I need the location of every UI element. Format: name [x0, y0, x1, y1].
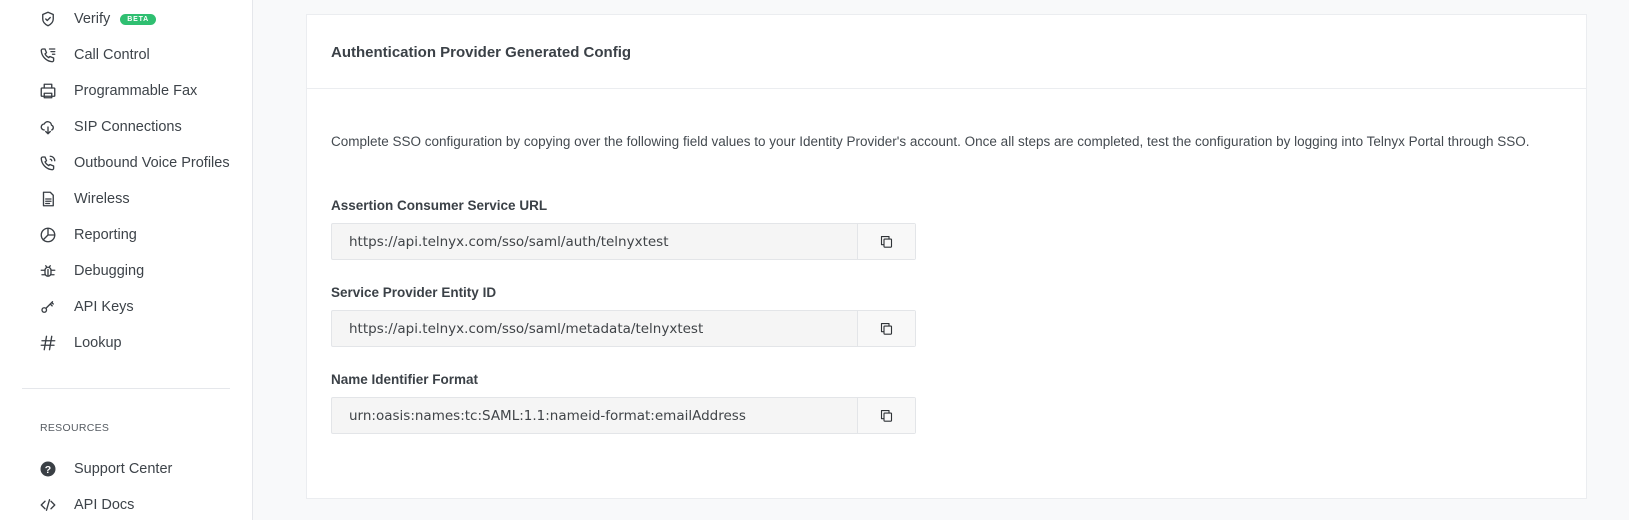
entity-id-input[interactable] [332, 311, 857, 346]
phone-list-icon [38, 45, 58, 65]
sidebar-item-outbound-voice-profiles[interactable]: Outbound Voice Profiles [0, 146, 252, 180]
resources-heading: RESOURCES [40, 422, 110, 434]
config-description: Complete SSO configuration by copying ov… [331, 134, 1530, 149]
key-icon [38, 297, 58, 317]
help-circle-icon: ? [38, 459, 58, 479]
sidebar-item-label: Call Control [74, 47, 150, 63]
sidebar-item-sip-connections[interactable]: SIP Connections [0, 110, 252, 144]
sidebar: Verify BETA Call Control Programmable Fax… [0, 0, 253, 520]
copy-entity-id-button[interactable] [857, 311, 915, 346]
sidebar-item-support-center[interactable]: ? Support Center [0, 452, 252, 486]
sim-card-icon [38, 189, 58, 209]
copy-icon [880, 235, 893, 248]
sidebar-item-label: Outbound Voice Profiles [74, 155, 230, 171]
beta-badge: BETA [120, 14, 157, 25]
phone-outgoing-icon [38, 153, 58, 173]
name-id-format-field [331, 397, 916, 434]
sidebar-item-label: Wireless [74, 191, 130, 207]
sidebar-item-api-docs[interactable]: API Docs [0, 488, 252, 520]
copy-name-id-format-button[interactable] [857, 398, 915, 433]
sidebar-item-call-control[interactable]: Call Control [0, 38, 252, 72]
sidebar-item-wireless[interactable]: Wireless [0, 182, 252, 216]
sidebar-divider [22, 388, 230, 389]
acs-url-label: Assertion Consumer Service URL [331, 198, 548, 213]
sidebar-item-label: Debugging [74, 263, 145, 279]
sidebar-item-label: API Keys [74, 299, 134, 315]
acs-url-field [331, 223, 916, 260]
name-id-format-label: Name Identifier Format [331, 372, 479, 387]
svg-text:?: ? [45, 464, 51, 476]
sidebar-item-label: Programmable Fax [74, 83, 198, 99]
sidebar-item-verify[interactable]: Verify BETA [0, 2, 252, 36]
copy-acs-url-button[interactable] [857, 224, 915, 259]
shield-check-icon [38, 9, 58, 29]
sidebar-item-programmable-fax[interactable]: Programmable Fax [0, 74, 252, 108]
sidebar-item-label: API Docs [74, 497, 135, 513]
fax-icon [38, 81, 58, 101]
generated-config-card: Authentication Provider Generated Config… [306, 14, 1587, 499]
copy-icon [880, 409, 893, 422]
hash-icon [38, 333, 58, 353]
entity-id-field [331, 310, 916, 347]
card-title: Authentication Provider Generated Config [331, 44, 632, 61]
sidebar-item-debugging[interactable]: Debugging [0, 254, 252, 288]
entity-id-label: Service Provider Entity ID [331, 285, 497, 300]
cloud-connection-icon [38, 117, 58, 137]
sidebar-item-label: SIP Connections [74, 119, 182, 135]
sidebar-item-lookup[interactable]: Lookup [0, 326, 252, 360]
sidebar-item-api-keys[interactable]: API Keys [0, 290, 252, 324]
code-icon [38, 495, 58, 515]
sidebar-item-reporting[interactable]: Reporting [0, 218, 252, 252]
sidebar-item-label: Reporting [74, 227, 137, 243]
pie-chart-icon [38, 225, 58, 245]
sidebar-item-label: Lookup [74, 335, 122, 351]
sidebar-item-label: Verify [74, 11, 111, 27]
copy-icon [880, 322, 893, 335]
card-header: Authentication Provider Generated Config [307, 15, 1586, 89]
bug-icon [38, 261, 58, 281]
sidebar-item-label: Support Center [74, 461, 173, 477]
acs-url-input[interactable] [332, 224, 857, 259]
name-id-format-input[interactable] [332, 398, 857, 433]
